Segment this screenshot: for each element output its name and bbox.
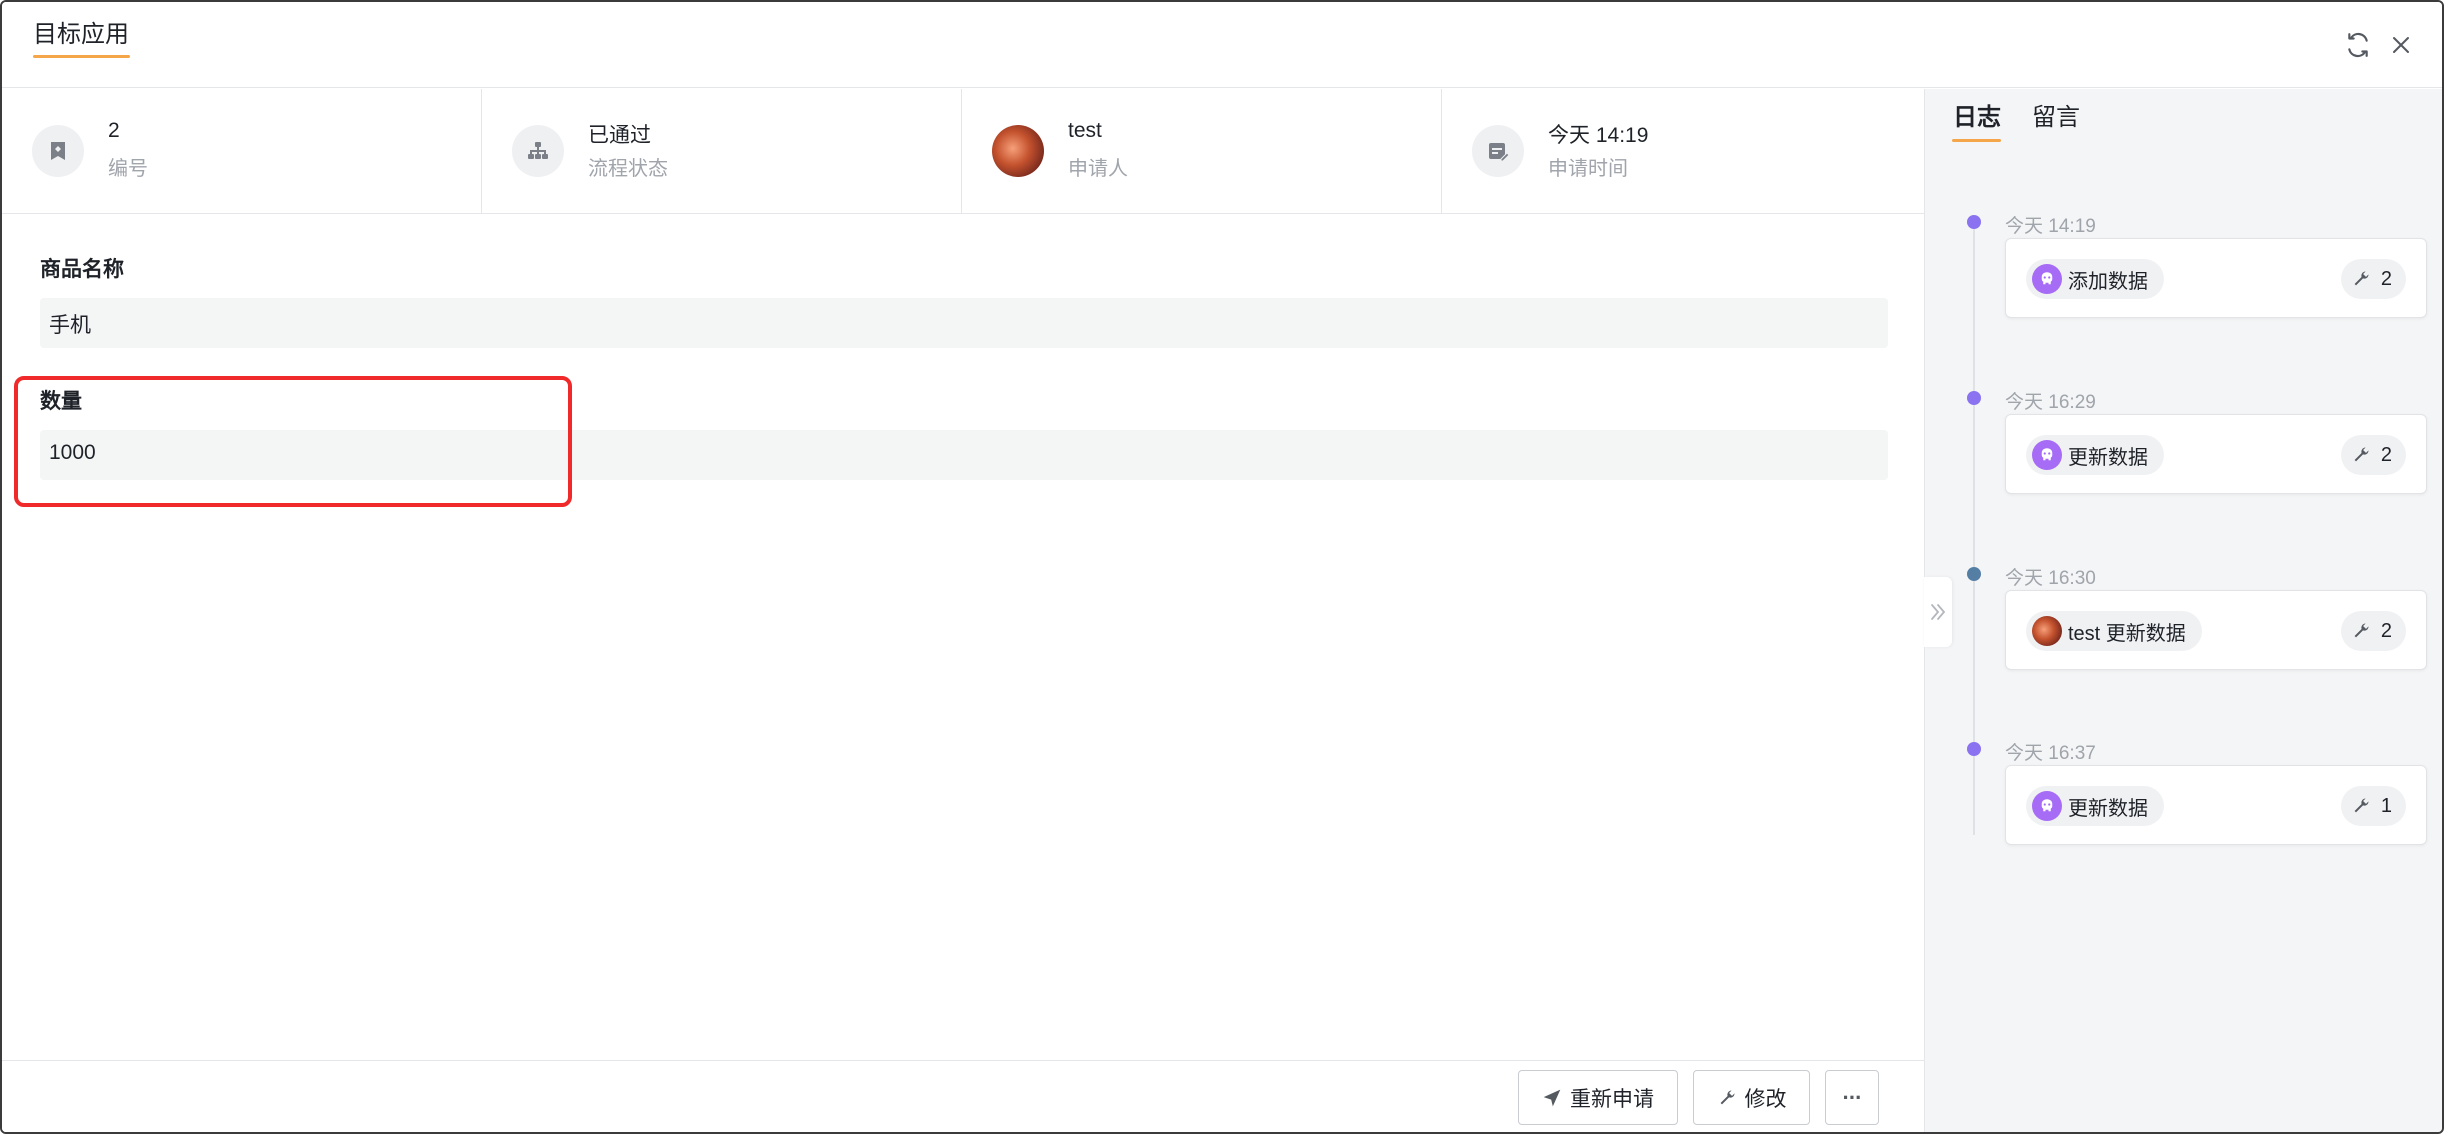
- log-count-chip: 2: [2340, 259, 2406, 299]
- log-count: 2: [2380, 619, 2392, 642]
- activity-panel: 日志 留言 今天 14:19 添加数据 2 今天 16:29 更新数据 2 今天…: [1924, 89, 2442, 1132]
- stat-id-label: 编号: [108, 158, 148, 180]
- log-actor-chip: 更新数据: [2026, 786, 2164, 826]
- edit-label: 修改: [1744, 1087, 1787, 1111]
- log-card[interactable]: 更新数据 2: [2005, 414, 2427, 494]
- more-icon: ···: [1842, 1084, 1863, 1110]
- log-time: 今天 14:19: [2005, 216, 2096, 237]
- wrench-icon: [1720, 1089, 1735, 1104]
- stat-applicant: test 申请人: [962, 89, 1442, 214]
- robot-icon: [2032, 440, 2062, 470]
- more-button[interactable]: ···: [1825, 1070, 1879, 1125]
- record-detail: 2 编号 已通过 流程状态 test 申请人 今天 14:19 申请时间 商品名…: [2, 89, 1924, 1132]
- log-action: 添加数据: [2068, 270, 2148, 293]
- log-card[interactable]: test 更新数据 2: [2005, 590, 2427, 670]
- title-underline: [33, 55, 130, 58]
- log-count-chip: 1: [2340, 786, 2406, 826]
- robot-icon: [2032, 791, 2062, 821]
- app-window: 目标应用 2 编号 已通过 流程状态 test 申请人 今天 14:19 申请时…: [0, 0, 2444, 1134]
- calendar-edit-icon: [1472, 125, 1524, 177]
- edit-button[interactable]: 修改: [1693, 1070, 1810, 1125]
- stat-time-label: 申请时间: [1548, 158, 1628, 180]
- log-card[interactable]: 更新数据 1: [2005, 765, 2427, 845]
- log-time: 今天 16:37: [2005, 743, 2096, 764]
- log-time: 今天 16:29: [2005, 392, 2096, 413]
- bookmark-icon: [32, 125, 84, 177]
- active-tab-indicator: [1952, 139, 2001, 142]
- log-count-chip: 2: [2340, 611, 2406, 651]
- stat-applicant-value: test: [1068, 119, 1102, 142]
- close-button[interactable]: [2382, 26, 2420, 64]
- refresh-icon: [2348, 32, 2368, 58]
- stat-id: 2 编号: [2, 89, 482, 214]
- highlight-box: [14, 376, 572, 507]
- log-actor-chip: 更新数据: [2026, 435, 2164, 475]
- timeline-dot: [1967, 567, 1981, 581]
- robot-icon: [2032, 264, 2062, 294]
- send-icon: [1543, 1089, 1561, 1106]
- stat-applicant-label: 申请人: [1068, 158, 1128, 180]
- log-count-chip: 2: [2340, 435, 2406, 475]
- avatar: [992, 125, 1044, 177]
- stat-id-value: 2: [108, 119, 120, 142]
- reapply-button[interactable]: 重新申请: [1518, 1070, 1678, 1125]
- timeline-dot: [1967, 391, 1981, 405]
- reapply-label: 重新申请: [1570, 1087, 1654, 1111]
- dialog-header: 目标应用: [2, 2, 2442, 88]
- log-count: 2: [2380, 443, 2392, 466]
- wrench-icon: [2354, 623, 2369, 638]
- activity-tabs: 日志 留言: [1925, 89, 2442, 149]
- refresh-button[interactable]: [2339, 26, 2377, 64]
- collapse-panel-handle[interactable]: [1924, 577, 1952, 647]
- timeline-dot: [1967, 215, 1981, 229]
- action-bar: 重新申请 修改 ···: [2, 1060, 1924, 1132]
- log-action: 更新数据: [2068, 797, 2148, 820]
- tab-comments[interactable]: 留言: [2032, 97, 2080, 132]
- close-icon: [2393, 37, 2409, 53]
- wrench-icon: [2354, 447, 2369, 462]
- avatar: [2032, 616, 2062, 646]
- log-action: test 更新数据: [2068, 622, 2186, 645]
- org-chart-icon: [512, 125, 564, 177]
- log-actor-chip: 添加数据: [2026, 259, 2164, 299]
- timeline-dot: [1967, 742, 1981, 756]
- log-actor-chip: test 更新数据: [2026, 611, 2202, 651]
- log-time: 今天 16:30: [2005, 568, 2096, 589]
- stat-time-value: 今天 14:19: [1548, 124, 1649, 147]
- stat-time: 今天 14:19 申请时间: [1442, 89, 1924, 214]
- field-product-name[interactable]: 手机: [40, 298, 1888, 348]
- summary-bar: 2 编号 已通过 流程状态 test 申请人 今天 14:19 申请时间: [2, 89, 1924, 214]
- stat-status-label: 流程状态: [588, 158, 668, 180]
- log-card[interactable]: 添加数据 2: [2005, 238, 2427, 318]
- dialog-title: 目标应用: [33, 21, 129, 48]
- wrench-icon: [2354, 798, 2369, 813]
- stat-status-value: 已通过: [588, 124, 651, 147]
- tab-log[interactable]: 日志: [1953, 97, 2001, 132]
- double-chevron-right-icon: [1931, 604, 1946, 620]
- wrench-icon: [2354, 271, 2369, 286]
- stat-status: 已通过 流程状态: [482, 89, 962, 214]
- log-action: 更新数据: [2068, 446, 2148, 469]
- field-label-product-name: 商品名称: [40, 258, 124, 281]
- field-product-name-value: 手机: [49, 314, 91, 337]
- log-count: 1: [2380, 794, 2392, 817]
- log-count: 2: [2380, 267, 2392, 290]
